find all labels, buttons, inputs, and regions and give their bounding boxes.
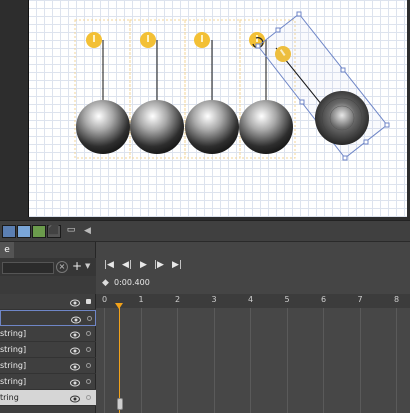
artboard-icon[interactable] [32, 225, 46, 238]
ball-2 [130, 100, 184, 154]
layer-label: tring [0, 393, 19, 402]
chevron-down-icon[interactable]: ▼ [85, 262, 90, 270]
playhead[interactable] [118, 304, 120, 413]
go-to-start-icon[interactable]: |◀ [104, 260, 114, 270]
track-gridline [213, 308, 215, 413]
bottom-toolbar: ⬛ ▭ ◀ [0, 220, 410, 242]
layer-row[interactable]: string] [0, 342, 96, 358]
keyframe-marker[interactable] [116, 398, 123, 410]
play-icon[interactable]: ▶ [140, 260, 147, 270]
track-area[interactable] [96, 308, 410, 413]
step-back-icon[interactable]: ◀| [122, 260, 132, 270]
ball-5 [315, 91, 369, 145]
layer-row[interactable] [0, 310, 96, 326]
timeline-header: |◀ ◀| ▶ |▶ ▶| ◆ 0:00.400 [96, 242, 410, 294]
panel-header: × + ▼ [0, 258, 96, 276]
canvas-drawing [74, 11, 390, 161]
eye-icon[interactable] [70, 329, 80, 339]
lock-toggle-icon[interactable] [86, 363, 91, 368]
step-forward-icon[interactable]: |▶ [154, 260, 164, 270]
track-gridline [323, 308, 324, 413]
track-gridline [396, 308, 397, 413]
timeline-panel: |◀ ◀| ▶ |▶ ▶| ◆ 0:00.400 0 1 2 3 4 5 6 7 8 [96, 242, 410, 413]
ruler-tick-label: 6 [321, 295, 327, 304]
layer-label: string] [0, 361, 27, 370]
time-ruler[interactable]: 0 1 2 3 4 5 6 7 8 [96, 294, 410, 309]
resize-handle [363, 139, 369, 145]
track-gridline [140, 308, 142, 413]
resize-handle [255, 43, 261, 49]
layer-row[interactable]: string] [0, 326, 96, 342]
current-time[interactable]: 0:00.400 [114, 278, 150, 287]
ruler-tick-label: 1 [138, 295, 144, 304]
track-gridline [104, 308, 105, 413]
track-gridline [177, 308, 178, 413]
add-keyframe-icon[interactable]: ◆ [102, 278, 109, 288]
ruler-tick-label: 5 [284, 295, 290, 304]
layer-row[interactable]: string] [0, 374, 96, 390]
layer-label: string] [0, 345, 27, 354]
eye-icon[interactable] [70, 345, 80, 355]
ruler-tick-label: 0 [102, 295, 108, 304]
ball-3 [185, 100, 239, 154]
ruler-tick-label: 8 [394, 295, 400, 304]
resize-handle [384, 122, 390, 128]
resize-handle [342, 155, 348, 161]
pin-icon[interactable] [140, 32, 156, 48]
ball-1 [76, 100, 130, 154]
lock-toggle-icon[interactable] [86, 331, 91, 336]
layers-panel: e × + ▼ string] string] string] string] trin… [0, 242, 96, 413]
layer-label: string] [0, 329, 27, 338]
collapse-arrow-icon[interactable]: ◀ [84, 226, 91, 236]
layer-row[interactable]: string] [0, 358, 96, 374]
layer-row[interactable]: tring [0, 390, 96, 406]
comment-icon[interactable]: ▭ [64, 225, 78, 238]
lock-icon[interactable] [86, 299, 91, 304]
go-to-end-icon[interactable]: ▶| [172, 260, 182, 270]
track-gridline [359, 308, 361, 413]
eye-icon[interactable] [70, 377, 80, 387]
ruler-tick-label: 2 [175, 295, 181, 304]
grid-toggle-icon[interactable] [2, 225, 16, 238]
close-icon[interactable]: × [56, 261, 68, 273]
resize-handle [275, 27, 281, 33]
ruler-tick-label: 7 [357, 295, 363, 304]
ruler-tick-label: 3 [211, 295, 217, 304]
track-gridline [250, 308, 251, 413]
lock-toggle-icon[interactable] [87, 316, 92, 321]
pin-icon[interactable] [86, 32, 102, 48]
layer-label: string] [0, 377, 27, 386]
eye-icon[interactable] [70, 297, 80, 307]
layer-row[interactable] [0, 294, 96, 310]
panel-tab[interactable]: e [0, 242, 14, 258]
eye-icon[interactable] [70, 361, 80, 371]
resize-handle [299, 99, 305, 105]
pin-icon[interactable] [194, 32, 210, 48]
lock-toggle-icon[interactable] [86, 347, 91, 352]
track-gridline [286, 308, 288, 413]
eye-icon[interactable] [70, 393, 80, 403]
layer-search-input[interactable] [2, 262, 54, 274]
eye-icon[interactable] [71, 314, 81, 324]
ruler-tick-label: 4 [248, 295, 254, 304]
ball-4 [239, 100, 293, 154]
panel-spacer [0, 276, 96, 294]
lock-toggle-icon[interactable] [86, 395, 91, 400]
lock-toggle-icon[interactable] [86, 379, 91, 384]
playhead-handle[interactable] [114, 303, 123, 309]
snap-toggle-icon[interactable] [17, 225, 31, 238]
resize-handle [296, 11, 302, 17]
resize-handle [340, 67, 346, 73]
add-layer-button[interactable]: + [72, 259, 82, 273]
zoom-fit-icon[interactable]: ⬛ [47, 225, 61, 238]
